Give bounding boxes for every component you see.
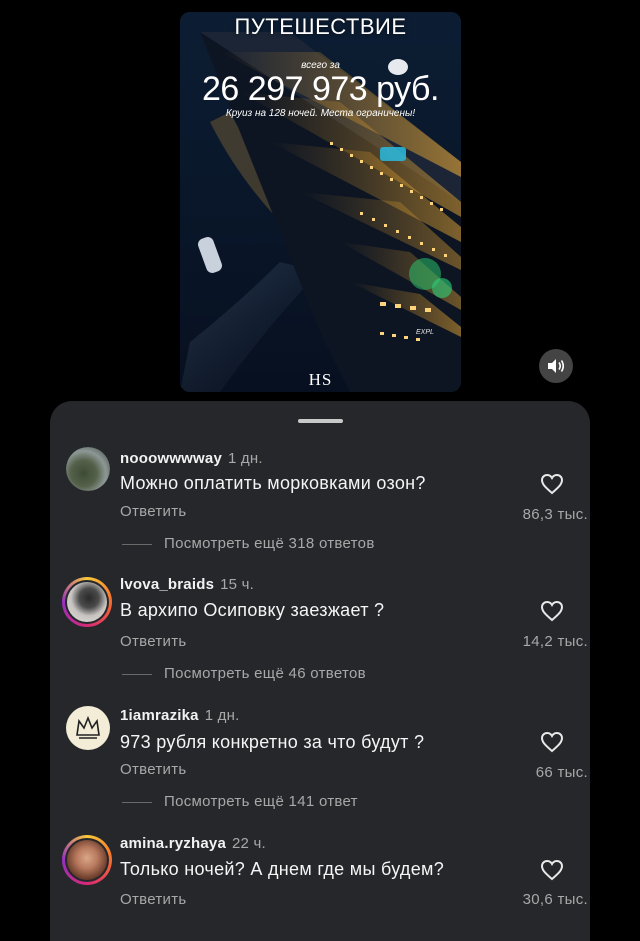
avatar[interactable] [62,835,112,885]
comment-text: Можно оплатить морковками озон? [120,473,426,493]
comment-time: 15 ч. [220,576,254,593]
reply-button[interactable]: Ответить [120,633,187,650]
heart-icon[interactable] [540,473,564,495]
reply-button[interactable]: Ответить [120,503,187,520]
price-text: 26 297 973 руб. [202,70,439,108]
brand-logo: HS [308,370,333,389]
avatar[interactable] [62,577,112,627]
ship-name-label: EXPL [416,329,434,336]
view-replies-link[interactable]: Посмотреть ещё 318 ответов [122,535,375,552]
comment-username[interactable]: nooowwwway 1 дн. [120,450,263,467]
view-replies-link[interactable]: Посмотреть ещё 46 ответов [122,665,366,682]
comment-username[interactable]: lvova_braids 15 ч. [120,576,254,593]
comment-time: 1 дн. [204,707,240,724]
heart-icon[interactable] [540,600,564,622]
avatar[interactable] [66,706,110,750]
video-player[interactable]: EXPL ПУТЕШЕСТВИЕ всего за 26 297 973 руб… [180,12,461,392]
avatar[interactable] [66,447,110,491]
comment-time: 22 ч. [232,835,266,852]
comment-username[interactable]: amina.ryzhaya 22 ч. [120,835,266,852]
video-title: ПУТЕШЕСТВИЕ [234,14,407,39]
heart-icon[interactable] [540,731,564,753]
comment-text: В архипо Осиповку заезжает ? [120,600,385,620]
comment-text: Только ночей? А днем где мы будем? [120,859,445,879]
sound-toggle-button[interactable] [539,349,573,383]
speaker-icon [548,359,565,373]
comment-time: 1 дн. [228,450,263,467]
reply-button[interactable]: Ответить [120,891,187,908]
heart-icon[interactable] [540,859,564,881]
sheet-drag-handle[interactable] [298,419,343,423]
cruise-description: Круиз на 128 ночей. Места ограничены! [225,108,416,119]
reply-button[interactable]: Ответить [120,761,187,778]
likes-count: 86,3 тыс. [522,506,588,523]
comment-username[interactable]: 1iamrazika 1 дн. [120,707,239,724]
likes-count: 66 тыс. [535,764,588,781]
comment-text: 973 рубля конкретно за что будут ? [120,732,425,752]
crown-icon [76,715,100,739]
view-replies-link[interactable]: Посмотреть ещё 141 ответ [122,793,358,810]
likes-count: 14,2 тыс. [522,633,588,650]
likes-count: 30,6 тыс. [522,891,588,908]
